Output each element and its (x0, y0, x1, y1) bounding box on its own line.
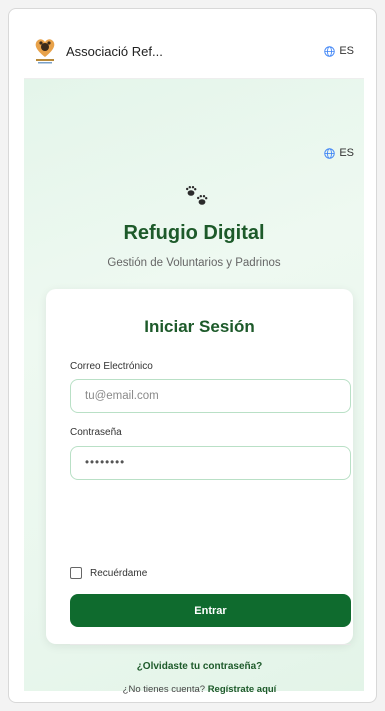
language-selector-top[interactable]: ES (324, 45, 354, 57)
signup-link[interactable]: Regístrate aquí (208, 684, 277, 695)
globe-icon (324, 45, 336, 57)
forgot-password-link[interactable]: ¿Olvidaste tu contraseña? (46, 661, 353, 672)
brand-subtitle: Gestión de Voluntarios y Padrinos (107, 257, 281, 269)
remember-label: Recuérdame (90, 567, 148, 579)
paw-heart-logo[interactable] (32, 35, 58, 65)
app-bar: Associació Ref... ES (24, 27, 364, 79)
no-account-text: ¿No tienes cuenta? (122, 684, 206, 695)
divider (70, 644, 351, 645)
language-code: ES (339, 45, 354, 57)
language-selector[interactable]: ES (324, 147, 354, 159)
login-page: ES Refugio Digital Gestión de Voluntario… (24, 79, 364, 695)
browser-frame: Associació Ref... ES ES Refugio Digital … (8, 8, 377, 703)
password-field[interactable] (70, 446, 351, 480)
signup-prompt: ¿No tienes cuenta? Regístrate aquí (46, 684, 353, 695)
brand-title: Refugio Digital (123, 222, 265, 244)
language-code: ES (339, 147, 354, 159)
login-title: Iniciar Sesión (144, 317, 255, 336)
remember-me[interactable]: Recuérdame (70, 567, 147, 579)
paw-prints-icon (186, 186, 208, 205)
password-label: Contraseña (70, 427, 122, 438)
app-title: Associació Ref... (66, 44, 163, 59)
globe-icon (324, 147, 336, 159)
login-card: Iniciar Sesión Correo Electrónico Contra… (46, 289, 353, 695)
login-button[interactable]: Entrar (70, 594, 351, 627)
email-field[interactable] (70, 379, 351, 413)
email-label: Correo Electrónico (70, 361, 153, 372)
remember-checkbox[interactable] (70, 567, 82, 579)
